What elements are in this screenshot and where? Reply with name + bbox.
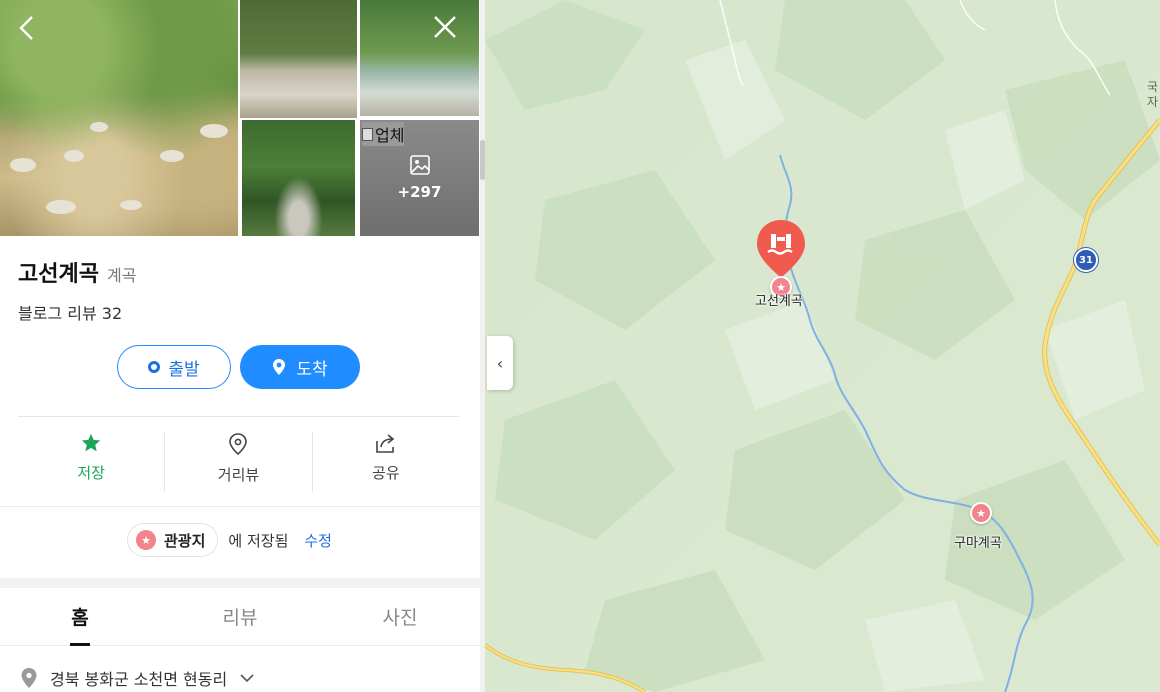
place-name: 고선계곡 [18,262,99,287]
location-pin-icon [21,668,37,688]
place-panel: 업체 +297 고선계곡 계곡 블로그 리뷰 32 출발 도착 저장 거리뷰 공… [0,0,480,692]
address-row[interactable]: 경북 봉화군 소천면 현동리 [20,666,255,690]
broken-image-icon [362,127,373,141]
broken-image: 업체 [362,122,405,146]
star-icon: ★ [136,530,156,550]
roadview-label: 거리뷰 [217,466,260,484]
selected-place-map-label[interactable]: 고선계곡 [755,290,803,309]
chevron-left-icon [19,16,33,40]
share-button[interactable]: 공유 [313,432,459,492]
chevron-left-icon: ‹ [496,353,504,373]
place-title-row: 고선계곡 계곡 [18,256,136,288]
back-button[interactable] [16,14,38,47]
saved-folder-name: 관광지 [164,531,206,550]
save-button[interactable]: 저장 [18,432,166,492]
saved-folder-row: ★ 관광지 에 저장됨 수정 [127,523,332,557]
panel-scrollbar[interactable] [480,0,485,692]
share-icon [376,434,395,453]
blog-review-count[interactable]: 블로그 리뷰 32 [18,300,122,324]
depart-button[interactable]: 출발 [117,345,231,389]
separator [0,506,480,507]
route-buttons: 출발 도착 [117,345,360,389]
place-category: 계곡 [106,266,137,285]
map-edge-label-2: 자 [1147,95,1159,109]
action-bar: 저장 거리뷰 공유 [18,432,459,492]
star-icon [81,433,101,452]
gallery-photo-4[interactable] [242,120,355,236]
close-button[interactable] [432,14,458,45]
place-detail-screen: 국 자 31 ★ 고선계곡 ★ 구마계곡 ‹ 업체 +297 고선계곡 계곡 블… [0,0,1160,692]
collapse-panel-button[interactable]: ‹ [487,336,513,390]
image-icon [409,155,430,175]
marker-pin-icon [757,220,805,278]
share-label: 공유 [372,464,400,482]
saved-status-text: 에 저장됨 [228,531,289,550]
broken-image-alt: 업체 [375,126,405,145]
origin-dot-icon [148,361,161,373]
divider [18,416,459,417]
arrive-label: 도착 [296,359,328,380]
route-31-badge: 31 [1074,248,1098,272]
address-text: 경북 봉화군 소천면 현동리 [50,670,228,689]
tab-photos[interactable]: 사진 [320,588,480,645]
detail-tabs: 홈 리뷰 사진 [0,588,480,646]
poi-label-guma[interactable]: 구마계곡 [954,532,1002,551]
poi-marker-guma[interactable]: ★ [970,502,992,524]
tab-reviews[interactable]: 리뷰 [160,588,320,645]
location-pin-icon [273,359,286,375]
edit-saved-link[interactable]: 수정 [304,530,332,551]
location-pin-icon [229,433,248,456]
scrollbar-thumb[interactable] [480,140,485,180]
more-photos-count: +297 [397,183,442,201]
depart-label: 출발 [168,359,200,380]
map-edge-label-1: 국 [1147,80,1159,94]
section-gap [0,578,480,588]
arrive-button[interactable]: 도착 [240,345,360,389]
more-photos-tile[interactable]: 업체 +297 [360,120,479,236]
gallery-photo-3[interactable] [360,0,479,116]
more-photos: +297 [360,154,479,201]
tab-home[interactable]: 홈 [0,588,160,646]
close-icon [434,16,456,38]
saved-folder-chip[interactable]: ★ 관광지 [127,523,219,557]
map-terrain [485,0,1160,692]
save-label: 저장 [77,464,105,482]
map-view[interactable]: 국 자 31 ★ 고선계곡 ★ 구마계곡 [485,0,1160,692]
roadview-button[interactable]: 거리뷰 [165,432,313,492]
chevron-down-icon[interactable] [239,673,255,683]
photo-gallery: 업체 +297 [0,0,480,236]
gallery-photo-2[interactable] [240,0,357,118]
